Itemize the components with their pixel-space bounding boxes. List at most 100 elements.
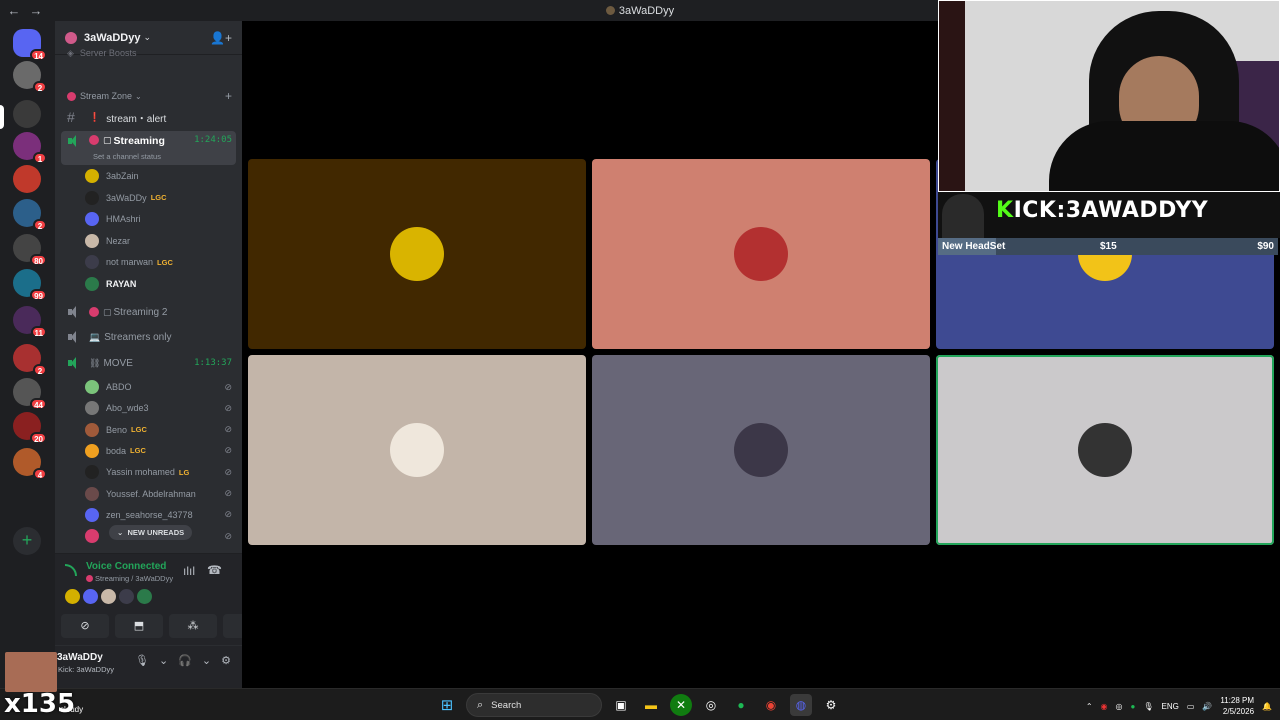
voice-user[interactable]: not marwan LGC [85,252,232,272]
new-unreads-label: NEW UNREADS [127,528,185,537]
disconnect-icon[interactable]: ☎ [207,563,222,577]
search-box[interactable]: ⌕ Search [466,693,602,717]
voice-channel-streamers-only[interactable]: 💻 Streamers only [61,327,236,347]
server-icon-s8[interactable]: 11 [13,306,47,338]
username[interactable]: 3aWaDDy [57,652,103,663]
create-channel-icon[interactable]: + [225,89,232,103]
mention-badge: 11 [30,326,47,338]
channel-stream-alert[interactable]: # ❗ stream・alert [61,107,236,127]
voice-user[interactable]: Abo_wde3 ⊘ [85,398,232,418]
discord-icon[interactable]: ◍ [790,694,812,716]
channel-status-hint[interactable]: Set a channel status [93,152,161,161]
spotify-icon[interactable]: ● [730,694,752,716]
monitor-icon[interactable]: ▭ [1187,702,1195,711]
chevron-up-icon[interactable]: ⌃ [1086,702,1093,711]
server-boosts-item[interactable]: ◈ Server Boosts [61,47,236,59]
notifications-icon[interactable]: 🔔 [1262,702,1272,711]
participant-tile-4[interactable] [248,355,586,545]
muted-icon: ⊘ [224,402,232,413]
clock[interactable]: 11:28 PM 2/5/2026 [1220,695,1254,717]
chevron-down-icon: ⌄ [135,91,142,101]
noise-suppression-icon[interactable]: ılıl [183,564,195,578]
headphones-icon[interactable]: 🎧 [178,654,192,667]
settings-app-icon[interactable]: ⚙ [820,694,842,716]
voice-user[interactable]: boda LGC ⊘ [85,441,232,461]
xbox-icon[interactable]: ✕ [670,694,692,716]
microphone-icon[interactable]: 🎙 [1143,702,1153,711]
add-server-button[interactable]: + [13,527,41,555]
server-icon-s9[interactable]: 2 [13,344,47,376]
participant-tile-2[interactable] [592,159,930,349]
camera-off-button[interactable]: ⊘ [61,614,109,638]
voice-user[interactable]: ABDO ⊘ [85,377,232,397]
tray-app-icon[interactable]: ◎ [1116,702,1123,711]
activities-button[interactable]: ⁂ [169,614,217,638]
spotify-tray-icon[interactable]: ● [1131,702,1136,711]
server-icon [65,31,77,44]
voice-user[interactable]: zen_seahorse_43778 ⊘ [85,505,232,525]
server-icon-s5[interactable]: 2 [13,199,47,231]
language-indicator[interactable]: ENG [1162,702,1179,711]
voice-channel-streaming-2[interactable]: ▢ Streaming 2 [61,302,236,322]
voice-user[interactable]: RAYAN [85,274,232,294]
chevron-down-icon[interactable]: ⌄ [159,654,168,667]
soundboard-button[interactable]: ✧ [223,614,242,638]
voice-user[interactable]: HMAshri [85,209,232,229]
gear-icon[interactable]: ⚙ [221,654,231,667]
chrome-icon[interactable]: ◉ [760,694,782,716]
file-explorer-icon[interactable]: ▬ [640,694,662,716]
voice-user[interactable]: Youssef. Abdelrahman ⊘ [85,484,232,504]
tray-app-icon[interactable]: ◉ [1101,702,1108,711]
weather-widget[interactable]: cloudy [60,705,83,714]
server-icon-s10[interactable]: 44 [13,378,47,410]
voice-user[interactable]: 3aWaDDy LGC [85,188,232,208]
voice-channel-path[interactable]: Streaming / 3aWaDDyy [86,574,173,583]
invite-people-icon[interactable]: 👤+ [210,31,232,45]
signal-icon[interactable] [65,564,77,576]
start-icon[interactable]: ⊞ [436,694,458,716]
volume-icon[interactable]: 🔊 [1202,702,1212,711]
participant-avatar[interactable] [137,589,152,604]
voice-connected-label[interactable]: Voice Connected [86,561,166,572]
server-icon-s12[interactable]: 4 [13,448,47,480]
participant-avatar[interactable] [119,589,134,604]
participant-tile-5[interactable] [592,355,930,545]
participant-tile-6[interactable] [936,355,1274,545]
voice-user[interactable]: 3abZain [85,166,232,186]
server-icon-s11[interactable]: 20 [13,412,47,444]
microphone-icon[interactable]: 🎙 [135,654,149,667]
task-view-icon[interactable]: ▣ [610,694,632,716]
new-unreads-pill[interactable]: ⌄ NEW UNREADS [109,525,193,540]
voice-user[interactable]: Yassin mohamed LG ⊘ [85,462,232,482]
participant-avatar[interactable] [101,589,116,604]
server-icon-s1[interactable]: 2 [13,61,47,93]
participant-avatar [734,423,788,477]
obs-icon[interactable]: ◎ [700,694,722,716]
category-stream-zone[interactable]: Stream Zone ⌄ + [61,88,232,104]
webcam-overlay [938,0,1280,192]
participant-avatar [734,227,788,281]
server-icon-s6[interactable]: 80 [13,234,47,266]
voice-user[interactable]: Nezar [85,231,232,251]
voice-channel-streaming[interactable]: ▢ Streaming 1:24:05 Set a channel status [61,131,236,165]
category-label: Stream Zone [80,91,133,101]
server-icon-home[interactable]: 14 [13,29,47,61]
server-icon-s7[interactable]: 99 [13,269,47,301]
server-icon-s4[interactable] [13,165,41,193]
clan-tag: LGC [157,257,173,267]
chevron-down-icon[interactable]: ⌄ [202,654,211,667]
user-avatar [85,255,99,269]
search-label: Search [491,699,522,711]
voice-user[interactable]: Beno LGC ⊘ [85,420,232,440]
voice-connected-panel: Voice Connected Streaming / 3aWaDDyy ılı… [55,553,242,645]
participant-avatar[interactable] [65,589,80,604]
user-avatar [85,190,99,205]
participant-avatar[interactable] [83,589,98,604]
search-icon: ⌕ [477,698,484,711]
voice-channel-move[interactable]: ⛓ MOVE 1:13:37 [61,353,236,373]
server-icon-s3[interactable]: 1 [13,132,47,164]
server-icon-s2[interactable] [13,100,41,128]
screen-share-button[interactable]: ⬒ [115,614,163,638]
participant-tile-1[interactable] [248,159,586,349]
muted-icon: ⊘ [224,530,232,541]
